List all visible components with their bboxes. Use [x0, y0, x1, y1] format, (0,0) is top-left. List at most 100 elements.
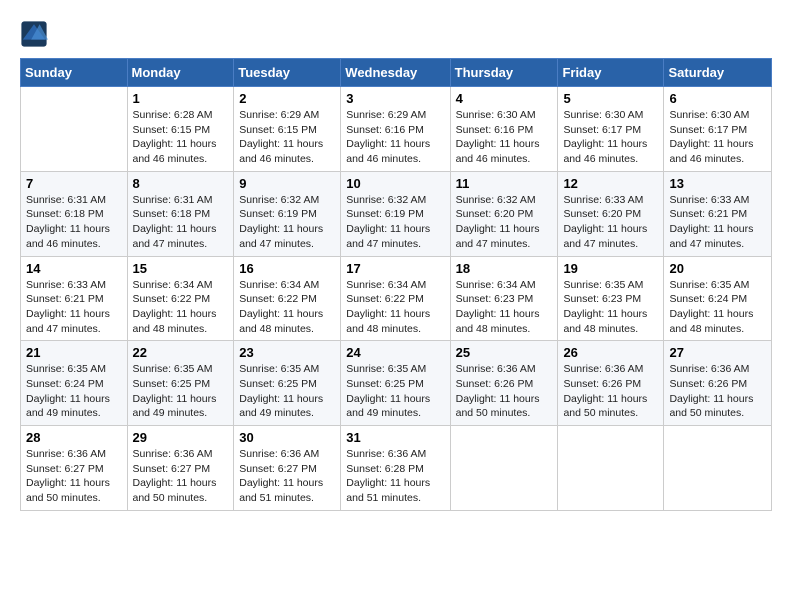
- week-row-4: 21 Sunrise: 6:35 AM Sunset: 6:24 PM Dayli…: [21, 341, 772, 426]
- day-number: 8: [133, 176, 229, 191]
- week-row-5: 28 Sunrise: 6:36 AM Sunset: 6:27 PM Dayli…: [21, 426, 772, 511]
- day-number: 7: [26, 176, 122, 191]
- calendar-cell: 30 Sunrise: 6:36 AM Sunset: 6:27 PM Dayli…: [234, 426, 341, 511]
- day-number: 23: [239, 345, 335, 360]
- weekday-header-monday: Monday: [127, 59, 234, 87]
- day-number: 30: [239, 430, 335, 445]
- cell-info: Sunrise: 6:35 AM Sunset: 6:24 PM Dayligh…: [26, 362, 122, 421]
- week-row-3: 14Sunrise: 6:33 AM Sunset: 6:21 PM Dayli…: [21, 256, 772, 341]
- cell-info: Sunrise: 6:30 AM Sunset: 6:17 PM Dayligh…: [669, 108, 766, 167]
- cell-info: Sunrise: 6:33 AM Sunset: 6:21 PM Dayligh…: [26, 278, 122, 337]
- calendar-cell: 15 Sunrise: 6:34 AM Sunset: 6:22 PM Dayli…: [127, 256, 234, 341]
- calendar-cell: 9 Sunrise: 6:32 AM Sunset: 6:19 PM Daylig…: [234, 171, 341, 256]
- calendar-cell: [558, 426, 664, 511]
- day-number: 13: [669, 176, 766, 191]
- calendar-cell: 11 Sunrise: 6:32 AM Sunset: 6:20 PM Dayli…: [450, 171, 558, 256]
- page-header: [20, 20, 772, 48]
- cell-info: Sunrise: 6:35 AM Sunset: 6:25 PM Dayligh…: [239, 362, 335, 421]
- week-row-1: 1 Sunrise: 6:28 AM Sunset: 6:15 PM Daylig…: [21, 87, 772, 172]
- cell-info: Sunrise: 6:31 AM Sunset: 6:18 PM Dayligh…: [133, 193, 229, 252]
- cell-info: Sunrise: 6:29 AM Sunset: 6:16 PM Dayligh…: [346, 108, 444, 167]
- day-number: 31: [346, 430, 444, 445]
- calendar-cell: 19Sunrise: 6:35 AM Sunset: 6:23 PM Dayli…: [558, 256, 664, 341]
- day-number: 12: [563, 176, 658, 191]
- cell-info: Sunrise: 6:35 AM Sunset: 6:25 PM Dayligh…: [346, 362, 444, 421]
- day-number: 6: [669, 91, 766, 106]
- day-number: 4: [456, 91, 553, 106]
- day-number: 16: [239, 261, 335, 276]
- calendar-cell: 27Sunrise: 6:36 AM Sunset: 6:26 PM Dayli…: [664, 341, 772, 426]
- calendar-cell: 7 Sunrise: 6:31 AM Sunset: 6:18 PM Daylig…: [21, 171, 128, 256]
- cell-info: Sunrise: 6:30 AM Sunset: 6:16 PM Dayligh…: [456, 108, 553, 167]
- logo: [20, 20, 52, 48]
- day-number: 17: [346, 261, 444, 276]
- calendar-cell: 20 Sunrise: 6:35 AM Sunset: 6:24 PM Dayli…: [664, 256, 772, 341]
- day-number: 9: [239, 176, 335, 191]
- calendar-cell: 24 Sunrise: 6:35 AM Sunset: 6:25 PM Dayli…: [341, 341, 450, 426]
- day-number: 11: [456, 176, 553, 191]
- cell-info: Sunrise: 6:32 AM Sunset: 6:19 PM Dayligh…: [239, 193, 335, 252]
- calendar-cell: 13 Sunrise: 6:33 AM Sunset: 6:21 PM Dayli…: [664, 171, 772, 256]
- calendar-cell: 14Sunrise: 6:33 AM Sunset: 6:21 PM Dayli…: [21, 256, 128, 341]
- day-number: 26: [563, 345, 658, 360]
- calendar-cell: 25 Sunrise: 6:36 AM Sunset: 6:26 PM Dayli…: [450, 341, 558, 426]
- calendar-cell: 28 Sunrise: 6:36 AM Sunset: 6:27 PM Dayli…: [21, 426, 128, 511]
- cell-info: Sunrise: 6:32 AM Sunset: 6:20 PM Dayligh…: [456, 193, 553, 252]
- weekday-header-saturday: Saturday: [664, 59, 772, 87]
- day-number: 15: [133, 261, 229, 276]
- day-number: 29: [133, 430, 229, 445]
- day-number: 28: [26, 430, 122, 445]
- day-number: 2: [239, 91, 335, 106]
- day-number: 21: [26, 345, 122, 360]
- calendar-cell: 29Sunrise: 6:36 AM Sunset: 6:27 PM Dayli…: [127, 426, 234, 511]
- calendar-cell: 17 Sunrise: 6:34 AM Sunset: 6:22 PM Dayli…: [341, 256, 450, 341]
- weekday-header-row: SundayMondayTuesdayWednesdayThursdayFrid…: [21, 59, 772, 87]
- cell-info: Sunrise: 6:31 AM Sunset: 6:18 PM Dayligh…: [26, 193, 122, 252]
- calendar-cell: [664, 426, 772, 511]
- cell-info: Sunrise: 6:29 AM Sunset: 6:15 PM Dayligh…: [239, 108, 335, 167]
- calendar-cell: 26 Sunrise: 6:36 AM Sunset: 6:26 PM Dayli…: [558, 341, 664, 426]
- calendar-cell: 22Sunrise: 6:35 AM Sunset: 6:25 PM Dayli…: [127, 341, 234, 426]
- cell-info: Sunrise: 6:35 AM Sunset: 6:25 PM Dayligh…: [133, 362, 229, 421]
- cell-info: Sunrise: 6:28 AM Sunset: 6:15 PM Dayligh…: [133, 108, 229, 167]
- weekday-header-friday: Friday: [558, 59, 664, 87]
- cell-info: Sunrise: 6:36 AM Sunset: 6:26 PM Dayligh…: [563, 362, 658, 421]
- calendar-cell: [450, 426, 558, 511]
- day-number: 3: [346, 91, 444, 106]
- calendar-cell: 8 Sunrise: 6:31 AM Sunset: 6:18 PM Daylig…: [127, 171, 234, 256]
- calendar-cell: 18Sunrise: 6:34 AM Sunset: 6:23 PM Dayli…: [450, 256, 558, 341]
- day-number: 19: [563, 261, 658, 276]
- cell-info: Sunrise: 6:33 AM Sunset: 6:20 PM Dayligh…: [563, 193, 658, 252]
- weekday-header-wednesday: Wednesday: [341, 59, 450, 87]
- day-number: 20: [669, 261, 766, 276]
- calendar-cell: 31 Sunrise: 6:36 AM Sunset: 6:28 PM Dayli…: [341, 426, 450, 511]
- calendar-cell: 6 Sunrise: 6:30 AM Sunset: 6:17 PM Daylig…: [664, 87, 772, 172]
- week-row-2: 7 Sunrise: 6:31 AM Sunset: 6:18 PM Daylig…: [21, 171, 772, 256]
- cell-info: Sunrise: 6:33 AM Sunset: 6:21 PM Dayligh…: [669, 193, 766, 252]
- cell-info: Sunrise: 6:36 AM Sunset: 6:27 PM Dayligh…: [239, 447, 335, 506]
- calendar-cell: 16Sunrise: 6:34 AM Sunset: 6:22 PM Dayli…: [234, 256, 341, 341]
- calendar-cell: 3 Sunrise: 6:29 AM Sunset: 6:16 PM Daylig…: [341, 87, 450, 172]
- cell-info: Sunrise: 6:36 AM Sunset: 6:26 PM Dayligh…: [669, 362, 766, 421]
- day-number: 1: [133, 91, 229, 106]
- cell-info: Sunrise: 6:35 AM Sunset: 6:24 PM Dayligh…: [669, 278, 766, 337]
- day-number: 18: [456, 261, 553, 276]
- day-number: 24: [346, 345, 444, 360]
- cell-info: Sunrise: 6:30 AM Sunset: 6:17 PM Dayligh…: [563, 108, 658, 167]
- calendar-cell: 21 Sunrise: 6:35 AM Sunset: 6:24 PM Dayli…: [21, 341, 128, 426]
- calendar-cell: 4 Sunrise: 6:30 AM Sunset: 6:16 PM Daylig…: [450, 87, 558, 172]
- cell-info: Sunrise: 6:36 AM Sunset: 6:28 PM Dayligh…: [346, 447, 444, 506]
- cell-info: Sunrise: 6:34 AM Sunset: 6:22 PM Dayligh…: [133, 278, 229, 337]
- calendar-cell: [21, 87, 128, 172]
- calendar-table: SundayMondayTuesdayWednesdayThursdayFrid…: [20, 58, 772, 511]
- day-number: 25: [456, 345, 553, 360]
- cell-info: Sunrise: 6:32 AM Sunset: 6:19 PM Dayligh…: [346, 193, 444, 252]
- weekday-header-sunday: Sunday: [21, 59, 128, 87]
- day-number: 10: [346, 176, 444, 191]
- calendar-body: 1 Sunrise: 6:28 AM Sunset: 6:15 PM Daylig…: [21, 87, 772, 511]
- calendar-cell: 10 Sunrise: 6:32 AM Sunset: 6:19 PM Dayli…: [341, 171, 450, 256]
- cell-info: Sunrise: 6:36 AM Sunset: 6:27 PM Dayligh…: [26, 447, 122, 506]
- calendar-cell: 5Sunrise: 6:30 AM Sunset: 6:17 PM Daylig…: [558, 87, 664, 172]
- cell-info: Sunrise: 6:36 AM Sunset: 6:26 PM Dayligh…: [456, 362, 553, 421]
- cell-info: Sunrise: 6:34 AM Sunset: 6:22 PM Dayligh…: [346, 278, 444, 337]
